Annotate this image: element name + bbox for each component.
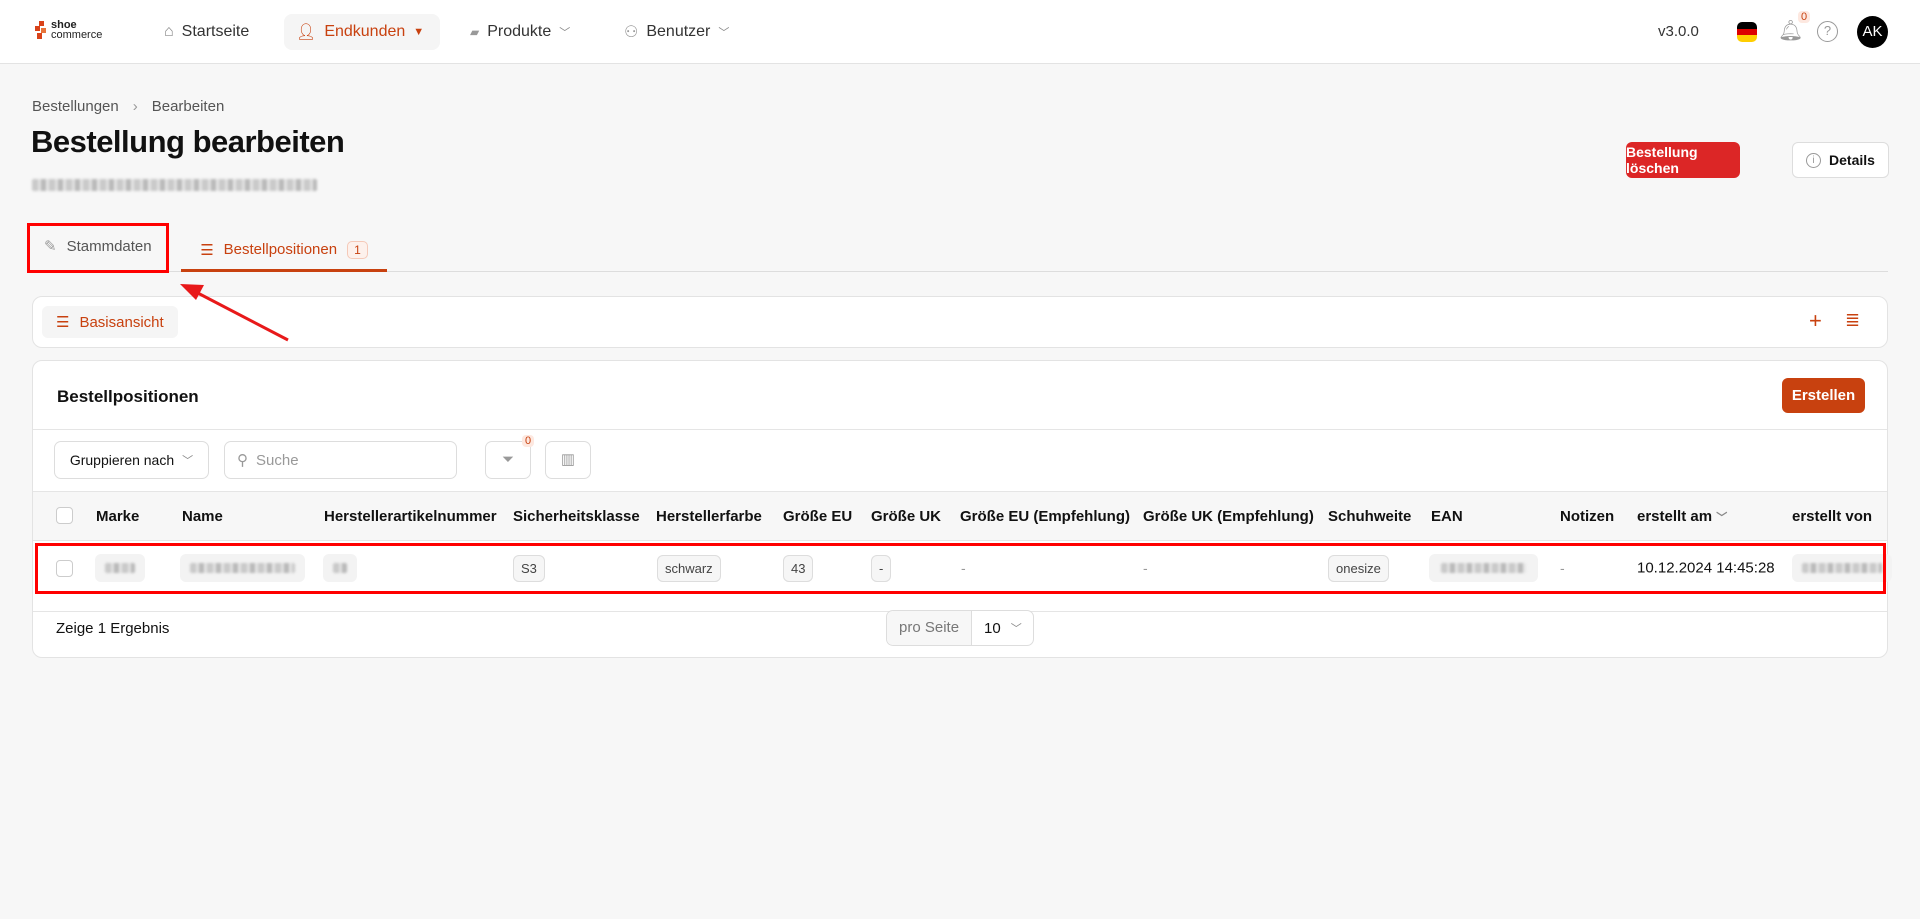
chevron-down-icon: ▼: [413, 26, 425, 38]
select-all-checkbox[interactable]: [56, 507, 73, 524]
nav-label: Benutzer: [646, 23, 711, 40]
tab-label: Bestellpositionen: [223, 241, 338, 258]
list-icon: ☰: [56, 314, 70, 331]
nav-benutzer[interactable]: ⚇ Benutzer ﹀: [612, 14, 741, 50]
logo-icon: [35, 21, 46, 39]
column-header-sorted[interactable]: erstellt am ﹀: [1637, 508, 1727, 525]
view-bar: ☰ Basisansicht + ≣: [32, 296, 1888, 348]
result-count: Zeige 1 Ergebnis: [56, 620, 170, 637]
chevron-down-icon: ﹀: [559, 27, 571, 39]
column-label: erstellt am: [1637, 508, 1713, 525]
column-header[interactable]: Größe EU (Empfehlung): [960, 508, 1130, 525]
chevron-down-icon: ﹀: [718, 27, 730, 39]
chevron-down-icon: ﹀: [1716, 512, 1728, 524]
list-icon: ☰: [200, 241, 214, 259]
page-title: Bestellung bearbeiten: [31, 124, 345, 159]
search-placeholder: Suche: [256, 451, 299, 469]
top-navigation-bar: shoe commerce ⌂ Startseite 👤︎ Endkunden ▼ ▰…: [0, 0, 1920, 64]
nav-label: Startseite: [181, 23, 250, 40]
column-header[interactable]: erstellt von: [1792, 508, 1872, 525]
column-header[interactable]: EAN: [1431, 508, 1463, 525]
tab-count-badge: 1: [347, 240, 368, 259]
view-list-icon[interactable]: ≣: [1845, 310, 1860, 331]
home-icon: ⌂: [164, 23, 174, 40]
columns-icon: ▥: [560, 451, 576, 468]
nav-startseite[interactable]: ⌂ Startseite: [152, 14, 261, 50]
column-header[interactable]: Sicherheitsklasse: [513, 508, 640, 525]
filter-icon: ⏷: [501, 451, 514, 468]
chevron-down-icon: ﹀: [1010, 623, 1022, 635]
nav-label: Endkunden: [324, 23, 406, 40]
column-header[interactable]: Größe EU: [783, 508, 852, 525]
per-page-value: 10: [984, 619, 1001, 637]
details-button[interactable]: i Details: [1792, 142, 1889, 178]
breadcrumb-current: Bearbeiten: [151, 98, 225, 115]
add-view-icon[interactable]: +: [1809, 308, 1822, 334]
column-header[interactable]: Herstellerfarbe: [656, 508, 762, 525]
annotation-highlight-box: [27, 223, 169, 273]
columns-button[interactable]: ▥: [545, 441, 591, 479]
order-subtitle-redacted: [32, 178, 317, 195]
logo-text: commerce: [51, 29, 103, 41]
column-header[interactable]: Marke: [96, 508, 139, 525]
annotation-highlight-box: [35, 543, 1886, 594]
column-header[interactable]: Schuhweite: [1328, 508, 1411, 525]
search-input[interactable]: ⚲ Suche: [224, 441, 457, 479]
group-by-select[interactable]: Gruppieren nach ﹀: [54, 441, 209, 479]
notification-badge: 0: [1798, 11, 1811, 23]
nav-produkte[interactable]: ▰ Produkte ﹀: [458, 14, 582, 50]
column-header[interactable]: Herstellerartikelnummer: [324, 508, 497, 525]
view-basisansicht[interactable]: ☰ Basisansicht: [42, 306, 178, 338]
users-icon: ⚇: [624, 24, 639, 41]
info-icon: i: [1806, 152, 1822, 168]
column-header[interactable]: Notizen: [1560, 508, 1614, 525]
logo[interactable]: shoe commerce: [35, 20, 103, 41]
german-flag-icon[interactable]: [1737, 22, 1757, 42]
breadcrumb: Bestellungen › Bearbeiten: [32, 98, 224, 115]
breadcrumb-link[interactable]: Bestellungen: [32, 98, 119, 115]
avatar[interactable]: AK: [1857, 16, 1888, 48]
help-icon[interactable]: ?: [1817, 21, 1838, 42]
per-page-select[interactable]: pro Seite 10 ﹀: [886, 610, 1034, 646]
nav-endkunden[interactable]: 👤︎ Endkunden ▼: [284, 14, 440, 50]
chevron-down-icon: ﹀: [182, 455, 194, 467]
per-page-label: pro Seite: [887, 611, 973, 645]
card-title: Bestellpositionen: [57, 387, 199, 406]
filter-count-badge: 0: [522, 435, 535, 447]
create-button[interactable]: Erstellen: [1782, 378, 1865, 413]
column-header[interactable]: Name: [182, 508, 223, 525]
nav-label: Produkte: [487, 23, 552, 40]
shoe-icon: ▰: [470, 25, 480, 39]
delete-order-button[interactable]: Bestellung löschen: [1626, 142, 1740, 178]
group-by-label: Gruppieren nach: [69, 452, 175, 468]
user-icon: 👤︎: [296, 24, 317, 41]
column-header[interactable]: Größe UK: [871, 508, 941, 525]
divider: [33, 429, 1887, 430]
view-label: Basisansicht: [79, 313, 164, 331]
column-header[interactable]: Größe UK (Empfehlung): [1143, 508, 1314, 525]
tab-bestellpositionen[interactable]: ☰ Bestellpositionen 1: [181, 230, 387, 272]
chevron-right-icon: ›: [132, 98, 138, 115]
search-icon: ⚲: [237, 452, 248, 469]
version-label: v3.0.0: [1658, 23, 1699, 40]
details-label: Details: [1829, 152, 1875, 168]
